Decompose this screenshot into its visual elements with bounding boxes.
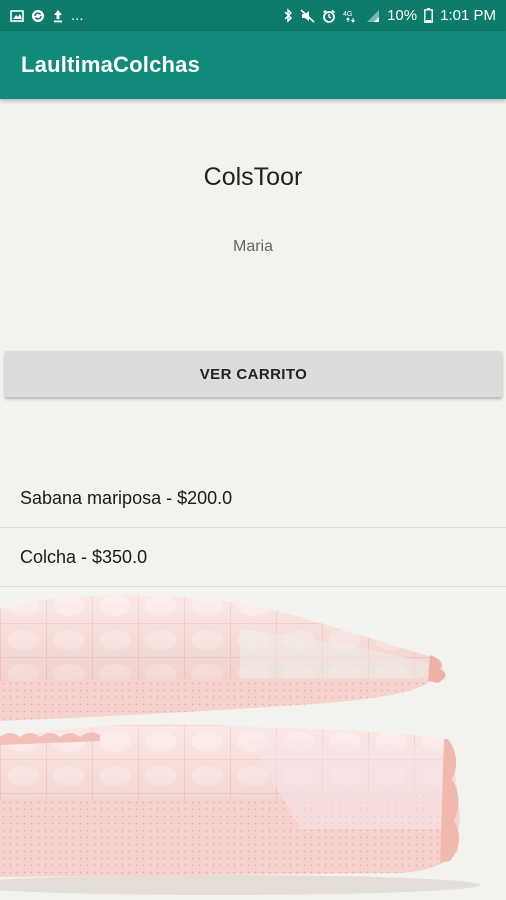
lte-icon: 4G (343, 9, 359, 23)
product-item-sabana[interactable]: Sabana mariposa - $200.0 (0, 469, 506, 528)
signal-icon (366, 9, 380, 23)
user-name: Maria (232, 238, 273, 255)
status-bar: ... 4G 10% 1:01 PM (0, 0, 506, 31)
app-bar: LaultimaColchas (0, 31, 506, 99)
main-content: ColsToor Maria VER CARRITO Sabana maripo… (0, 99, 506, 900)
image-icon (10, 9, 24, 23)
svg-text:4G: 4G (343, 11, 352, 18)
product-list: Sabana mariposa - $200.0 Colcha - $350.0 (0, 469, 506, 587)
alarm-icon (322, 9, 336, 23)
status-time: 1:01 PM (440, 7, 496, 24)
upload-icon (52, 9, 64, 23)
mute-icon (300, 8, 315, 23)
sync-icon (31, 9, 45, 23)
view-cart-button[interactable]: VER CARRITO (5, 351, 502, 397)
more-notifications: ... (71, 7, 84, 24)
battery-icon (424, 8, 434, 23)
app-title: LaultimaColchas (21, 52, 201, 77)
store-name: ColsToor (203, 163, 303, 191)
battery-percent: 10% (387, 7, 418, 24)
bluetooth-icon (283, 8, 293, 23)
quilt-image (0, 589, 506, 900)
status-bar-right: 4G 10% 1:01 PM (283, 7, 496, 24)
status-bar-left: ... (10, 7, 84, 24)
product-item-colcha[interactable]: Colcha - $350.0 (0, 528, 506, 587)
